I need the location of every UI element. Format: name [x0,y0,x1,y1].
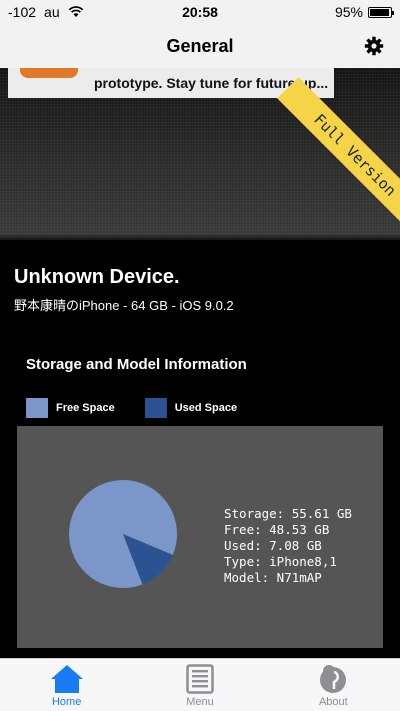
battery-icon [368,6,394,18]
stat-storage: Storage: 55.61 GB [224,506,352,521]
gear-icon[interactable] [364,36,384,56]
hero-banner: prototype. Stay tune for future up... Fu… [0,68,400,240]
ribbon-label: Full Version [310,110,400,200]
chart-legend: Free Space Used Space [17,392,383,424]
tab-menu[interactable]: Menu [133,659,266,711]
signal-strength: -102 [8,4,37,20]
page-title: General [166,35,234,56]
legend-item-free: Free Space [26,398,115,418]
legend-item-used: Used Space [144,398,238,418]
legend-label-used: Used Space [174,402,238,414]
stat-type: Type: iPhone8,1 [224,554,337,569]
carrier-name: au [44,4,60,20]
status-bar: -102 au 20:58 95% [0,0,400,24]
menu-icon [186,664,214,694]
home-icon [50,665,83,693]
tab-label-home: Home [51,696,82,708]
storage-pie-chart [69,480,177,588]
stat-used: Used: 7.08 GB [224,538,322,553]
legend-swatch-used [144,398,167,418]
tab-bar: Home Menu About [0,658,400,711]
legend-swatch-free [26,398,48,418]
card-title: Storage and Model Information [26,356,247,373]
wifi-icon [68,6,83,17]
device-info: Unknown Device. 野本康晴のiPhone - 64 GB - iO… [0,252,400,322]
device-name: Unknown Device. [14,266,180,288]
tab-home[interactable]: Home [0,659,133,711]
warning-icon [20,68,78,78]
hero-divider [0,234,400,240]
full-version-ribbon[interactable]: Full Version [277,77,400,233]
stat-free: Free: 48.53 GB [224,522,330,537]
battery-level [370,8,389,16]
legend-label-free: Free Space [56,402,115,414]
about-icon [320,665,347,693]
stat-model: Model: N71mAP [224,570,322,585]
tab-label-menu: Menu [186,696,214,708]
tab-label-about: About [318,696,348,708]
tab-about[interactable]: About [267,659,400,711]
chart-area: Storage: 55.61 GB Free: 48.53 GB Used: 7.0… [17,426,383,648]
device-subtitle: 野本康晴のiPhone - 64 GB - iOS 9.0.2 [14,298,234,313]
battery-percent: 95% [334,4,363,20]
storage-card: Storage and Model Information Free Space… [17,338,383,668]
navigation-bar: General [0,24,400,68]
storage-stats: Storage: 55.61 GB Free: 48.53 GB Used: 7.0… [224,506,352,586]
